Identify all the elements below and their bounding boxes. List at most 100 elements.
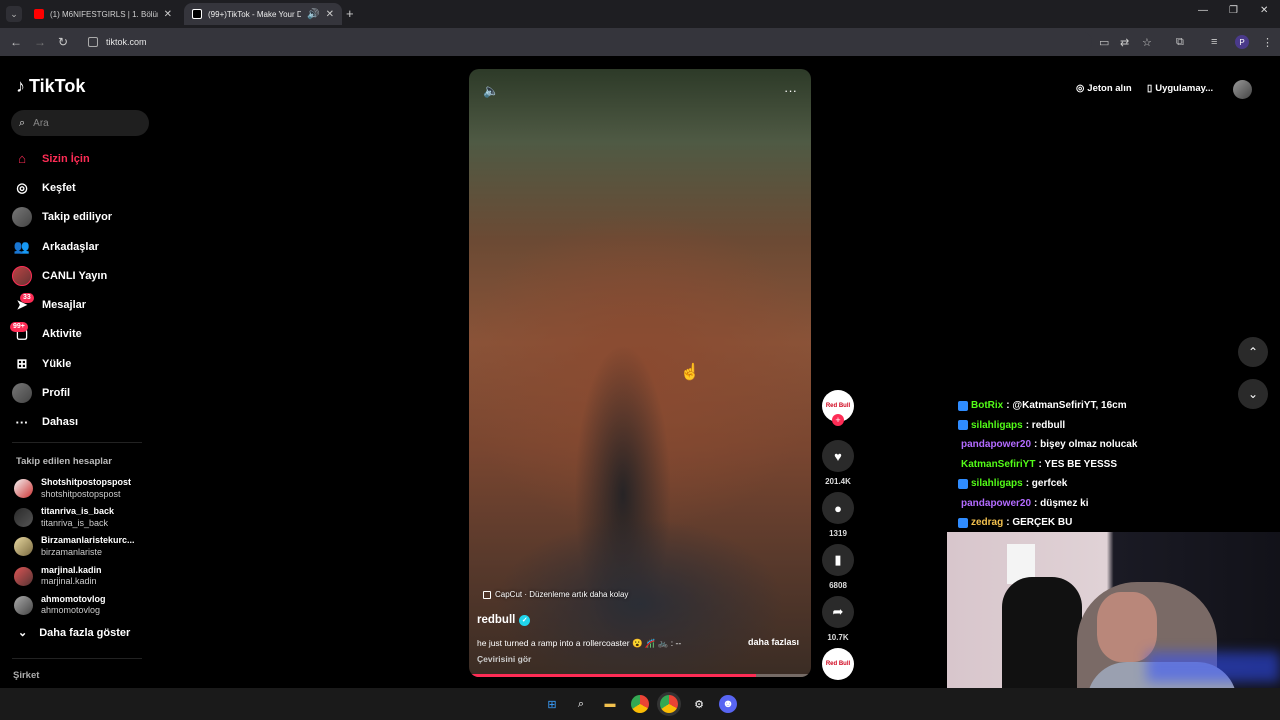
- chat-message: silahligaps: gerfcek: [958, 474, 1278, 494]
- phone-icon: ▯: [1147, 83, 1153, 94]
- chat-username: pandapower20: [961, 439, 1032, 451]
- url-field[interactable]: tiktok.com: [80, 32, 1092, 52]
- capcut-text: CapCut · Düzenleme artık daha kolay: [495, 590, 629, 599]
- tab-search-button[interactable]: ⌄: [6, 6, 22, 22]
- following-accounts-title: Takip edilen hesaplar: [16, 456, 112, 467]
- discord-icon[interactable]: ☻: [719, 695, 737, 713]
- sidebar-item-for-you[interactable]: ⌂ Sizin İçin: [12, 144, 152, 173]
- search-box[interactable]: ⌕: [11, 110, 149, 136]
- extensions-icon[interactable]: ⧉: [1176, 36, 1184, 49]
- close-tab-icon[interactable]: ✕: [164, 9, 172, 20]
- speaker-icon[interactable]: 🔊: [307, 9, 319, 20]
- sidebar-item-label: Keşfet: [42, 181, 76, 194]
- video-progress-fill: [469, 674, 757, 677]
- browser-profile-avatar[interactable]: P: [1235, 35, 1249, 49]
- close-tab-icon[interactable]: ✕: [326, 9, 334, 20]
- forward-icon[interactable]: →: [34, 35, 46, 49]
- cast-icon[interactable]: ▭: [1099, 36, 1109, 49]
- tab-tiktok[interactable]: (99+)TikTok - Make Your Da 🔊 ✕: [184, 3, 342, 25]
- live-avatar: [12, 265, 32, 286]
- back-icon[interactable]: ←: [10, 35, 22, 49]
- chat-username: pandapower20: [961, 497, 1032, 509]
- account-name: ahmomotovlog: [41, 593, 106, 604]
- following-account[interactable]: Shotshitpostopspost shotshitpostopspost: [14, 474, 154, 503]
- reload-icon[interactable]: ↻: [58, 35, 68, 49]
- media-control-icon[interactable]: ≡: [1211, 36, 1217, 48]
- video-author[interactable]: redbull ✓: [477, 614, 531, 626]
- get-coins-button[interactable]: ◎ Jeton alın: [1076, 83, 1132, 94]
- save-button[interactable]: ▮: [822, 544, 854, 576]
- browser-tab-bar: ⌄ (1) M6NIFESTGIRLS | 1. Bölüm - ✕ (99+)…: [0, 0, 1280, 28]
- follow-plus-icon[interactable]: +: [832, 414, 844, 426]
- following-account[interactable]: Birzamanlaristekurc... birzamanlariste: [14, 532, 154, 561]
- like-button[interactable]: ♥: [822, 440, 854, 472]
- capcut-icon: [483, 590, 491, 599]
- sidebar-item-label: Aktivite: [42, 328, 82, 341]
- youtube-favicon-icon: [34, 9, 44, 19]
- comment-button[interactable]: ●: [822, 492, 854, 524]
- capcut-tag[interactable]: CapCut · Düzenleme artık daha kolay: [483, 590, 628, 599]
- account-name: Shotshitpostopspost: [41, 477, 131, 488]
- steam-icon[interactable]: ⚙: [690, 695, 708, 713]
- volume-icon[interactable]: 🔈: [483, 83, 499, 99]
- minimize-button[interactable]: —: [1198, 5, 1208, 16]
- sidebar-item-following[interactable]: Takip ediliyor: [12, 203, 152, 232]
- close-window-button[interactable]: ✕: [1260, 5, 1268, 16]
- sidebar-item-upload[interactable]: ⊞ Yükle: [12, 349, 152, 378]
- account-handle: shotshitpostopspost: [41, 488, 121, 499]
- search-icon[interactable]: ⌕: [572, 695, 590, 713]
- tiktok-favicon-icon: [192, 9, 202, 19]
- share-icon: ➦: [832, 604, 844, 619]
- sidebar-item-label: Sizin İçin: [42, 152, 90, 165]
- following-account[interactable]: titanriva_is_back titanriva_is_back: [14, 503, 154, 532]
- following-account[interactable]: marjinal.kadin marjinal.kadin: [14, 562, 154, 591]
- video-player[interactable]: 🔈 ··· CapCut · Düzenleme artık daha kola…: [469, 69, 811, 677]
- file-explorer-icon[interactable]: ▬: [601, 695, 619, 713]
- see-translation-button[interactable]: Çevirisini gör: [477, 654, 531, 664]
- new-tab-button[interactable]: +: [346, 6, 354, 21]
- caption-more-button[interactable]: daha fazlası: [748, 637, 799, 647]
- comment-count: 1319: [829, 529, 847, 538]
- sidebar-item-activity[interactable]: ▢ 99+ Aktivite: [10, 320, 152, 349]
- translate-icon[interactable]: ⇄: [1120, 36, 1129, 49]
- sidebar-item-profile[interactable]: Profil: [12, 378, 152, 407]
- tiktok-note-icon: ♪: [16, 76, 25, 96]
- avatar: [14, 566, 33, 586]
- chat-message: BotRix: @KatmanSefiriYT, 16cm: [958, 396, 1278, 416]
- bookmark-star-icon[interactable]: ☆: [1142, 36, 1152, 49]
- company-link[interactable]: Şirket: [13, 670, 39, 681]
- previous-video-button[interactable]: ⌃: [1238, 337, 1268, 367]
- show-more-button[interactable]: ⌄ Daha fazla göster: [18, 626, 131, 640]
- account-name: marjinal.kadin: [41, 564, 102, 575]
- get-app-button[interactable]: ▯ Uygulamay...: [1147, 83, 1213, 94]
- chrome-active-icon[interactable]: [660, 695, 678, 713]
- windows-taskbar: ⊞ ⌕ ▬ ⚙ ☻: [0, 688, 1280, 720]
- sidebar-item-messages[interactable]: ➤ 33 Mesajlar: [12, 290, 152, 319]
- tab-youtube[interactable]: (1) M6NIFESTGIRLS | 1. Bölüm - ✕: [26, 3, 180, 25]
- restore-button[interactable]: ❐: [1229, 5, 1238, 16]
- music-disc[interactable]: Red Bull: [822, 648, 854, 680]
- sidebar-item-more[interactable]: ··· Dahası: [12, 408, 152, 437]
- chat-username: BotRix: [971, 400, 1004, 412]
- save-count: 6808: [829, 581, 847, 590]
- windows-start-icon[interactable]: ⊞: [543, 695, 561, 713]
- user-avatar[interactable]: [1233, 80, 1252, 99]
- chat-message: silahligaps: redbull: [958, 416, 1278, 436]
- share-button[interactable]: ➦: [822, 596, 854, 628]
- sidebar-item-live[interactable]: CANLI Yayın: [12, 261, 152, 290]
- sidebar-item-explore[interactable]: ◎ Keşfet: [12, 173, 152, 202]
- following-list: Shotshitpostopspost shotshitpostopspost t…: [14, 474, 154, 620]
- video-progress-bar[interactable]: [469, 674, 811, 677]
- search-input[interactable]: [33, 117, 134, 129]
- activity-icon: ▢ 99+: [10, 322, 32, 344]
- site-info-icon[interactable]: [88, 37, 98, 47]
- chrome-icon[interactable]: [631, 695, 649, 713]
- video-menu-icon[interactable]: ···: [784, 83, 797, 98]
- menu-dots-icon[interactable]: ⋮: [1262, 36, 1273, 49]
- show-more-label: Daha fazla göster: [39, 626, 131, 639]
- sidebar-item-friends[interactable]: 👥 Arkadaşlar: [12, 232, 152, 261]
- get-app-label: Uygulamay...: [1155, 83, 1214, 94]
- following-account[interactable]: ahmomotovlog ahmomotovlog: [14, 591, 154, 620]
- tiktok-logo[interactable]: ♪ TikTok: [16, 76, 85, 97]
- avatar: [14, 479, 33, 499]
